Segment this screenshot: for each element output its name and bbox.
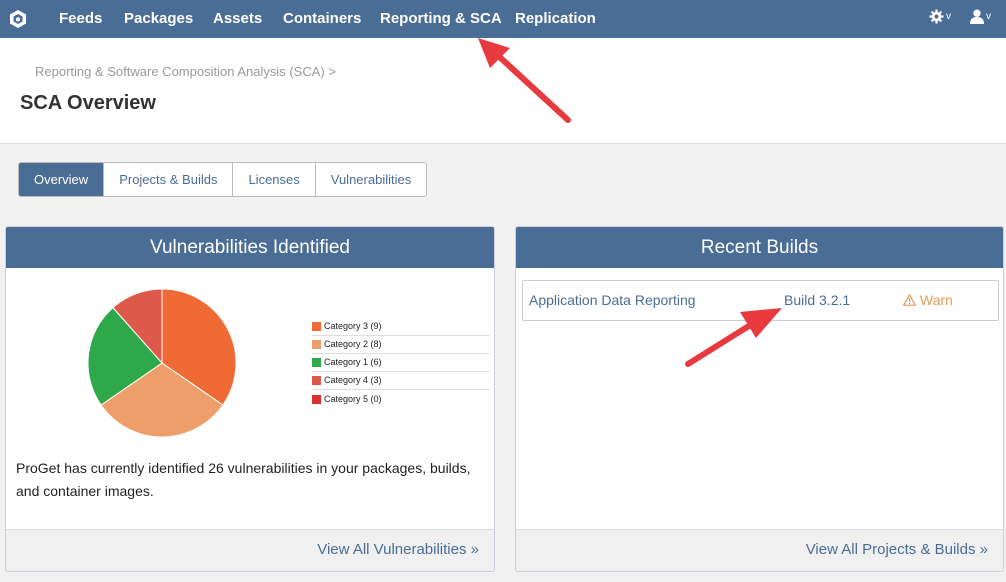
legend-swatch xyxy=(312,340,321,349)
vulnerabilities-pie-chart xyxy=(87,288,237,438)
vulnerabilities-panel-footer: View All Vulnerabilities » xyxy=(6,529,494,571)
settings-caret: v xyxy=(946,11,951,22)
nav-feeds[interactable]: Feeds xyxy=(59,0,102,38)
build-project-link[interactable]: Application Data Reporting xyxy=(529,292,696,308)
user-menu[interactable]: v xyxy=(970,9,991,24)
legend-item: Category 1 (6) xyxy=(312,354,490,372)
proget-logo-icon[interactable] xyxy=(9,9,27,29)
view-all-projects-builds-link[interactable]: View All Projects & Builds » xyxy=(806,541,988,558)
recent-builds-panel-footer: View All Projects & Builds » xyxy=(516,529,1003,571)
nav-reporting-sca[interactable]: Reporting & SCA xyxy=(380,0,502,38)
view-all-vulnerabilities-link[interactable]: View All Vulnerabilities » xyxy=(317,541,479,558)
legend-item: Category 3 (9) xyxy=(312,318,490,336)
nav-containers[interactable]: Containers xyxy=(283,0,361,38)
legend-item: Category 4 (3) xyxy=(312,372,490,390)
vulnerabilities-panel-title: Vulnerabilities Identified xyxy=(6,227,494,268)
page-title: SCA Overview xyxy=(20,92,156,114)
legend-label: Category 2 (8) xyxy=(324,339,382,349)
legend-swatch xyxy=(312,322,321,331)
legend-swatch xyxy=(312,358,321,367)
legend-label: Category 3 (9) xyxy=(324,321,382,331)
legend-item: Category 2 (8) xyxy=(312,336,490,354)
legend-label: Category 5 (0) xyxy=(324,393,382,404)
nav-assets[interactable]: Assets xyxy=(213,0,262,38)
nav-packages[interactable]: Packages xyxy=(124,0,193,38)
user-icon xyxy=(970,9,984,24)
chart-legend: Category 3 (9) Category 2 (8) Category 1 (… xyxy=(312,318,490,408)
top-nav: Feeds Packages Assets Containers Reporti… xyxy=(0,0,1006,38)
tab-licenses[interactable]: Licenses xyxy=(233,163,316,196)
warning-icon xyxy=(903,294,916,306)
user-caret: v xyxy=(986,11,991,22)
build-number-link[interactable]: Build 3.2.1 xyxy=(784,292,850,308)
legend-label: Category 4 (3) xyxy=(324,375,382,385)
breadcrumb[interactable]: Reporting & Software Composition Analysi… xyxy=(35,64,336,79)
tab-projects-builds[interactable]: Projects & Builds xyxy=(104,163,234,196)
legend-item: Category 5 (0) xyxy=(312,390,490,408)
recent-builds-panel: Recent Builds Application Data Reporting… xyxy=(515,226,1004,572)
recent-builds-panel-title: Recent Builds xyxy=(516,227,1003,268)
vulnerabilities-description: ProGet has currently identified 26 vulne… xyxy=(16,460,471,499)
tab-vulnerabilities[interactable]: Vulnerabilities xyxy=(316,163,426,196)
page-header: Reporting & Software Composition Analysi… xyxy=(0,38,1006,144)
tab-overview[interactable]: Overview xyxy=(19,163,105,196)
build-status: Warn xyxy=(903,292,953,308)
section-tabs: Overview Projects & Builds Licenses Vuln… xyxy=(18,162,428,197)
legend-swatch xyxy=(312,394,321,404)
legend-swatch xyxy=(312,376,321,385)
nav-replication[interactable]: Replication xyxy=(515,0,596,38)
vulnerabilities-panel: Vulnerabilities Identified Category 3 (9… xyxy=(5,226,495,572)
build-status-label: Warn xyxy=(919,292,953,308)
settings-menu[interactable]: v xyxy=(929,9,951,24)
legend-label: Category 1 (6) xyxy=(324,357,382,367)
gear-icon xyxy=(929,9,944,24)
build-row: Application Data Reporting Build 3.2.1 W… xyxy=(522,280,999,321)
